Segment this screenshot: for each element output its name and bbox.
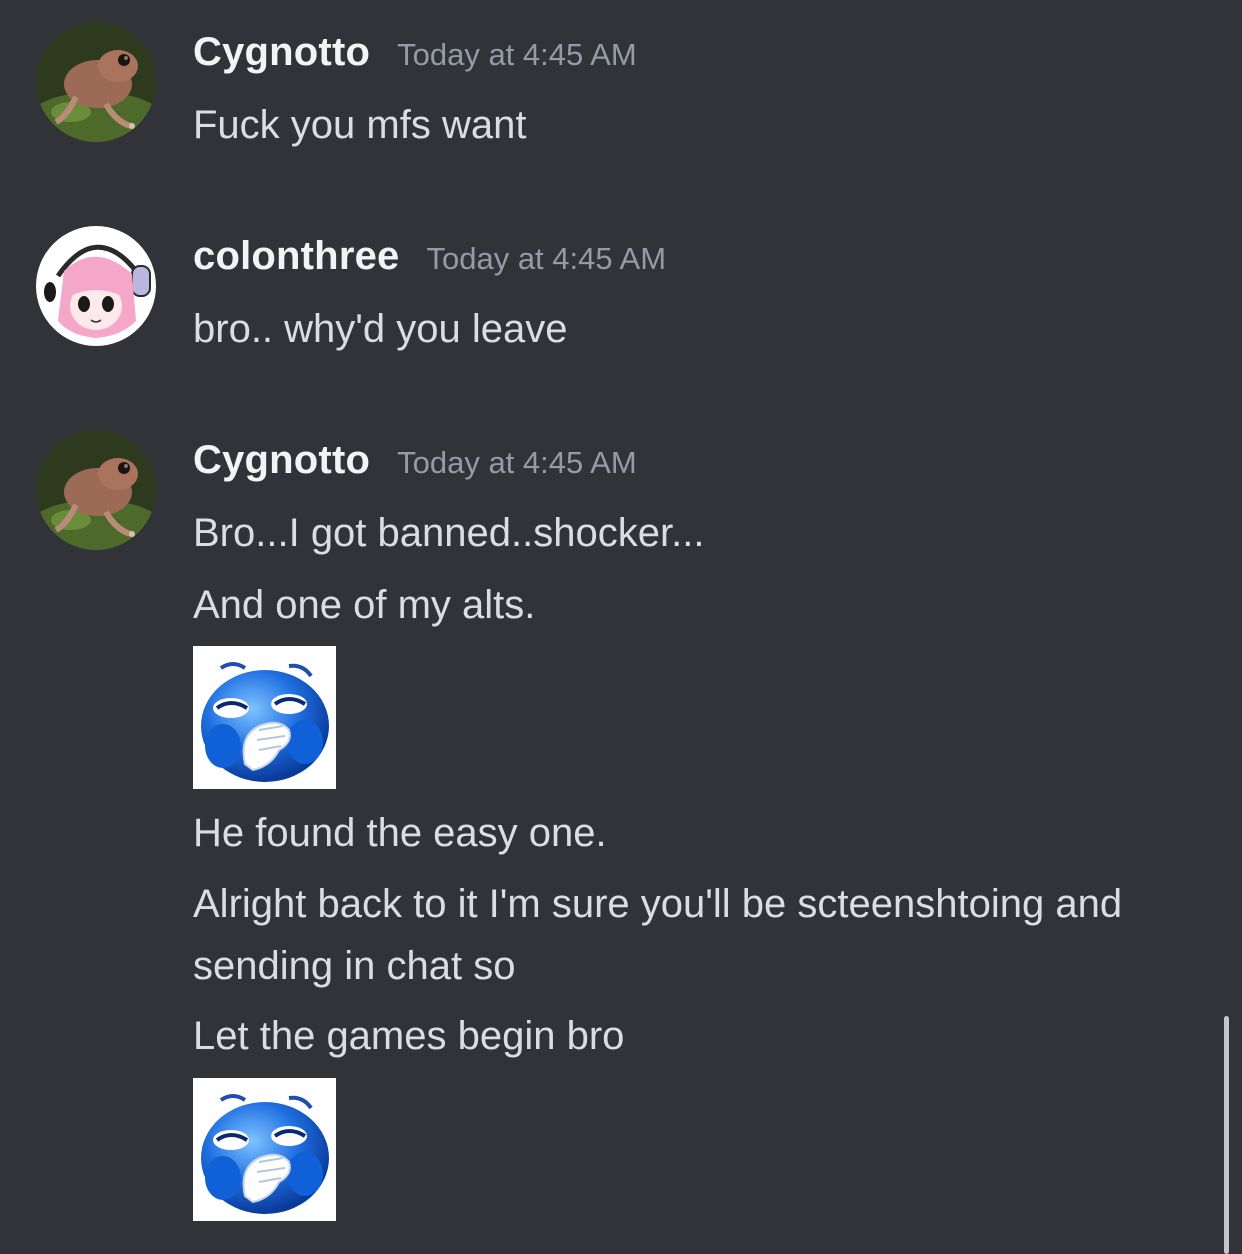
message-timestamp: Today at 4:45 AM [397, 37, 637, 72]
message-text: Let the games begin bro [193, 1014, 625, 1058]
user-avatar-colonthree[interactable] [36, 226, 156, 346]
message-text: And one of my alts. [193, 583, 536, 627]
message-timestamp: Today at 4:45 AM [426, 241, 667, 276]
message-text: Fuck you mfs want [193, 103, 527, 147]
laughing-blue-emoji-image[interactable] [193, 1078, 336, 1221]
message-timestamp: Today at 4:45 AM [397, 445, 637, 480]
username[interactable]: Cygnotto [193, 438, 370, 483]
scrollbar-thumb[interactable] [1224, 1016, 1229, 1254]
message-header: colonthree Today at 4:45 AM [193, 234, 666, 284]
message-text: bro.. why'd you leave [193, 307, 568, 351]
message-header: Cygnotto Today at 4:45 AM [193, 30, 637, 80]
user-avatar-cygnotto[interactable] [36, 430, 156, 550]
laughing-blue-emoji-image[interactable] [193, 646, 336, 789]
frog-icon [36, 430, 156, 550]
frog-icon [36, 22, 156, 142]
message-text: Alright back to it I'm sure you'll be sc… [193, 882, 1123, 988]
anime-girl-icon [36, 226, 156, 346]
username[interactable]: Cygnotto [193, 30, 370, 75]
laughing-blue-emoji-icon [193, 646, 336, 789]
message-text: Bro...I got banned..shocker... [193, 511, 705, 555]
laughing-blue-emoji-icon [193, 1078, 336, 1221]
message-text: He found the easy one. [193, 811, 607, 855]
username[interactable]: colonthree [193, 234, 399, 279]
message-header: Cygnotto Today at 4:45 AM [193, 438, 637, 488]
chat-message-list[interactable]: Cygnotto Today at 4:45 AM Fuck you mfs w… [0, 0, 1242, 1254]
user-avatar-cygnotto[interactable] [36, 22, 156, 142]
